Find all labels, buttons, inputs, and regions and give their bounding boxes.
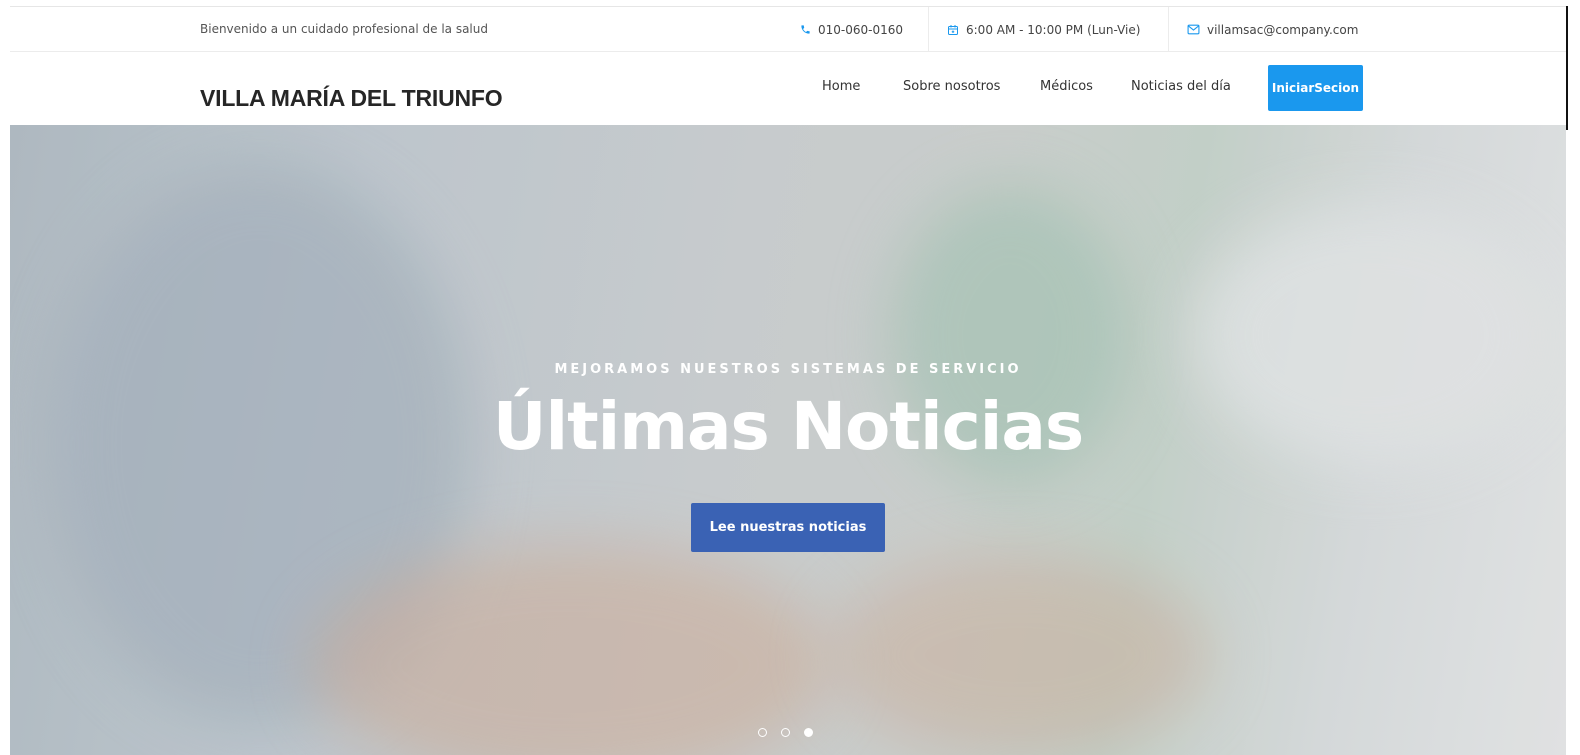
hero-slider: MEJORAMOS NUESTROS SISTEMAS DE SERVICIO … [10,125,1566,755]
hero-title: Últimas Noticias [492,388,1084,465]
site-logo[interactable]: VILLA MARÍA DEL TRIUNFO [200,85,503,112]
slider-dot[interactable] [781,728,790,737]
email-address: villamsac@company.com [1207,22,1359,37]
login-button[interactable]: IniciarSecion [1268,65,1363,111]
read-news-button[interactable]: Lee nuestras noticias [691,503,885,552]
email-info[interactable]: villamsac@company.com [1168,7,1376,52]
page-right-edge [1566,0,1580,755]
slider-dot-active[interactable] [804,728,813,737]
scrollbar-edge [1566,6,1568,130]
opening-hours: 6:00 AM - 10:00 PM (Lun-Vie) [966,22,1141,37]
phone-number: 010-060-0160 [818,22,904,37]
envelope-icon [1187,24,1200,35]
page-left-edge [0,0,10,755]
site-header: VILLA MARÍA DEL TRIUNFO Home Sobre nosot… [10,52,1566,125]
slider-dot[interactable] [758,728,767,737]
hero-subtitle: MEJORAMOS NUESTROS SISTEMAS DE SERVICIO [554,362,1022,377]
phone-icon [801,25,810,34]
nav-home[interactable]: Home [822,79,860,94]
slider-pagination [758,728,813,737]
calendar-icon [948,24,958,35]
top-info-bar: Bienvenido a un cuidado profesional de l… [10,6,1566,52]
nav-daily-news[interactable]: Noticias del día [1131,79,1231,94]
hours-info: 6:00 AM - 10:00 PM (Lun-Vie) [928,7,1158,52]
welcome-text: Bienvenido a un cuidado profesional de l… [200,22,488,36]
phone-info[interactable]: 010-060-0160 [782,7,921,52]
nav-about-us[interactable]: Sobre nosotros [903,79,1000,94]
nav-doctors[interactable]: Médicos [1040,79,1093,94]
